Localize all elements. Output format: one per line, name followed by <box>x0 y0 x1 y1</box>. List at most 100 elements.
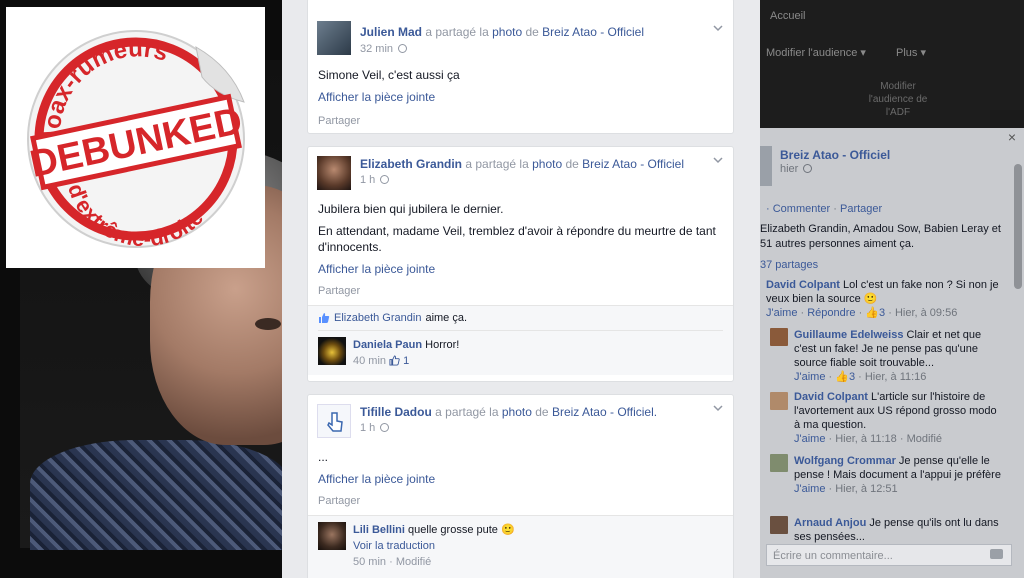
nav-home[interactable]: Accueil <box>770 10 805 22</box>
chevron-down-icon[interactable] <box>712 403 724 413</box>
share-button[interactable]: Partager <box>308 487 733 515</box>
comment-footer: J'aime · Hier, à 12:51 <box>794 483 898 495</box>
page-link[interactable]: Breiz Atao - Officiel. <box>552 405 657 419</box>
modified-label[interactable]: Modifié <box>396 556 431 568</box>
comment-like-count[interactable]: 1 <box>403 355 409 367</box>
show-attachment-link[interactable]: Afficher la pièce jointe <box>308 261 733 277</box>
avatar[interactable] <box>770 516 788 534</box>
show-attachment-link[interactable]: Afficher la pièce jointe <box>308 89 733 105</box>
avatar[interactable] <box>317 21 351 55</box>
comment-time[interactable]: Hier, à 11:18 <box>835 433 897 445</box>
comment-button[interactable]: Commenter <box>773 203 830 215</box>
comment-time[interactable]: 40 min <box>353 355 386 367</box>
page-link[interactable]: Breiz Atao - Officiel <box>582 157 684 171</box>
feed-column[interactable]: Julien Mad a partagé la photo de Breiz A… <box>282 0 760 578</box>
thumbs-up-icon: 👍 <box>835 371 849 383</box>
comment-time[interactable]: 50 min <box>353 556 386 568</box>
comment: Wolfgang Crommar Je pense qu'elle le pen… <box>794 454 1004 496</box>
photo-eye <box>255 318 281 330</box>
feed-post: Elizabeth Grandin a partagé la photo de … <box>307 146 734 382</box>
like-button[interactable]: J'aime <box>794 483 825 495</box>
smiley-icon: 🙂 <box>500 524 515 536</box>
globe-icon <box>398 44 408 53</box>
comment-footer: J'aime · Répondre · 👍3 · Hier, à 09:56 <box>766 307 958 319</box>
share-button[interactable]: Partager <box>840 203 882 215</box>
post-body: Jubilera bien qui jubilera le dernier. E… <box>308 193 733 255</box>
avatar[interactable] <box>317 156 351 190</box>
comment: David Colpant Lol c'est un fake non ? Si… <box>766 278 1006 320</box>
comment-author[interactable]: David Colpant <box>766 279 840 291</box>
comment-author[interactable]: Guillaume Edelweiss <box>794 329 903 341</box>
post-text: ... <box>318 450 329 464</box>
post-author[interactable]: Elizabeth Grandin <box>360 157 462 171</box>
like-button[interactable]: J'aime <box>766 307 797 319</box>
avatar[interactable] <box>770 392 788 410</box>
comment-time[interactable]: Hier, à 11:16 <box>865 371 927 383</box>
comment-time[interactable]: Hier, à 09:56 <box>895 307 957 319</box>
modified-label[interactable]: Modifié <box>907 433 942 445</box>
share-button[interactable]: Partager <box>308 277 733 305</box>
photo-link[interactable]: photo <box>502 405 532 419</box>
post-author[interactable]: Tifille Dadou <box>360 405 432 419</box>
comment-time[interactable]: Hier, à 12:51 <box>835 483 897 495</box>
comment-author[interactable]: Daniela Paun <box>353 339 422 351</box>
comment-footer: 50 min · Modifié <box>353 556 432 568</box>
comment-like-count[interactable]: 3 <box>879 307 885 319</box>
page-name[interactable]: Breiz Atao - Officiel <box>780 148 890 162</box>
avatar[interactable] <box>318 337 346 365</box>
comment: Daniela Paun Horror! 40 min 1 <box>318 331 723 369</box>
reply-button[interactable]: Répondre <box>807 307 855 319</box>
share-button[interactable]: Partager <box>308 105 733 135</box>
audience-hint: Modifier l'audience de l'ADF <box>868 81 928 118</box>
chevron-down-icon[interactable] <box>712 23 724 33</box>
feed-post: Julien Mad a partagé la photo de Breiz A… <box>307 0 734 134</box>
shares-count[interactable]: 37 partages <box>760 258 818 272</box>
comment: Guillaume Edelweiss Clair et net que c'e… <box>794 328 1004 384</box>
comment-author[interactable]: David Colpant <box>794 391 868 403</box>
comment-author[interactable]: Lili Bellini <box>353 524 405 536</box>
comment-like-count[interactable]: 3 <box>849 371 855 383</box>
liker-name[interactable]: Elizabeth Grandin <box>334 312 421 324</box>
post-time[interactable]: hier <box>780 162 813 176</box>
photo-link[interactable]: photo <box>492 25 522 39</box>
comment: David Colpant L'article sur l'histoire d… <box>794 390 1004 446</box>
comment-input[interactable]: Écrire un commentaire... <box>766 544 1012 566</box>
post-author[interactable]: Julien Mad <box>360 25 422 39</box>
see-translation-link[interactable]: Voir la traduction <box>353 540 435 552</box>
post-text: Simone Veil, c'est aussi ça <box>318 68 460 82</box>
scrollbar[interactable] <box>1014 164 1022 289</box>
edit-audience-button[interactable]: Modifier l'audience ▾ <box>760 42 880 64</box>
post-body: Simone Veil, c'est aussi ça <box>308 59 733 83</box>
photo-link[interactable]: photo <box>532 157 562 171</box>
likers-summary[interactable]: Elizabeth Grandin, Amadou Sow, Babien Le… <box>760 222 1010 252</box>
avatar[interactable] <box>770 454 788 472</box>
like-button[interactable]: J'aime <box>794 433 825 445</box>
comment-placeholder: Écrire un commentaire... <box>773 550 893 562</box>
avatar[interactable] <box>770 328 788 346</box>
post-time[interactable]: 32 min <box>360 43 408 55</box>
like-button[interactable]: J'aime <box>794 371 825 383</box>
avatar[interactable] <box>317 404 351 438</box>
comment-author[interactable]: Arnaud Anjou <box>794 517 866 529</box>
thumbs-up-icon: 👍 <box>865 307 880 319</box>
show-attachment-link[interactable]: Afficher la pièce jointe <box>308 471 733 487</box>
post-time[interactable]: 1 h <box>360 174 390 186</box>
debunked-sticker-graphic: Hoax-rumeurs DEBUNKED d'extrême-droite <box>27 30 246 251</box>
post-time[interactable]: 1 h <box>360 422 390 434</box>
chevron-down-icon[interactable] <box>712 155 724 165</box>
of-text: de <box>535 405 549 419</box>
page-avatar[interactable] <box>760 146 772 186</box>
feed-post: Tifille Dadou a partagé la photo de Brei… <box>307 394 734 578</box>
comment-text: Horror! <box>425 339 460 351</box>
avatar[interactable] <box>318 522 346 550</box>
thumbs-up-icon <box>319 313 330 323</box>
camera-icon[interactable] <box>990 549 1003 559</box>
more-button[interactable]: Plus ▾ <box>890 42 950 64</box>
page-link[interactable]: Breiz Atao - Officiel <box>542 25 644 39</box>
close-icon[interactable]: × <box>1008 130 1016 144</box>
comment-text: quelle grosse pute <box>408 524 498 536</box>
of-text: de <box>525 25 539 39</box>
comment-author[interactable]: Wolfgang Crommar <box>794 455 896 467</box>
globe-icon <box>380 423 390 432</box>
comment: Arnaud Anjou Je pense qu'ils ont lu dans… <box>794 516 1004 544</box>
